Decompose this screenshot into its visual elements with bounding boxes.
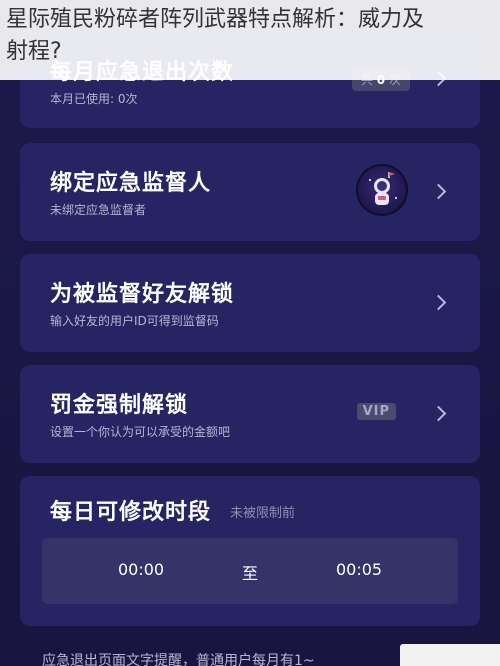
chevron-right-icon [430, 405, 447, 422]
monthly-exit-subtitle: 本月已使用: 0次 [50, 92, 138, 106]
daily-period-status: 未被限制前 [230, 506, 296, 521]
astronaut-avatar-icon [356, 164, 408, 216]
start-time[interactable]: 00:00 [118, 560, 164, 579]
overlay-title-line2: 射程? [6, 39, 62, 64]
overlay-title-line1: 星际殖民粉碎者阵列武器特点解析：威力及 [6, 7, 425, 32]
time-separator: 至 [242, 564, 259, 583]
fine-unlock-subtitle: 设置一个你认为可以承受的金额吧 [50, 425, 231, 439]
bottom-hint-text: 应急退出页面文字提醒，普通用户每月有1~ [42, 653, 315, 666]
chevron-right-icon [430, 294, 447, 311]
unlock-friend-title: 为被监督好友解锁 [50, 281, 235, 307]
daily-period-card: 每日可修改时段 未被限制前 00:00 至 00:05 [20, 476, 480, 626]
bind-supervisor-subtitle: 未绑定应急监督者 [50, 203, 147, 217]
bind-supervisor-title: 绑定应急监督人 [50, 170, 212, 196]
chevron-right-icon [430, 183, 447, 200]
overlay-title-banner: 星际殖民粉碎者阵列武器特点解析：威力及 射程? [0, 0, 500, 80]
time-range-box[interactable]: 00:00 至 00:05 [42, 538, 458, 604]
unlock-friend-card[interactable]: 为被监督好友解锁 输入好友的用户ID可得到监督码 [20, 254, 480, 352]
vip-badge: VIP [356, 403, 396, 420]
end-time[interactable]: 00:05 [336, 560, 382, 579]
watermark-logo [400, 644, 500, 666]
bind-supervisor-card[interactable]: 绑定应急监督人 未绑定应急监督者 [20, 143, 480, 241]
daily-period-title: 每日可修改时段 [50, 499, 212, 525]
fine-unlock-title: 罚金强制解锁 [50, 392, 189, 418]
unlock-friend-subtitle: 输入好友的用户ID可得到监督码 [50, 314, 219, 328]
app-screen: 星际殖民粉碎者阵列武器特点解析：威力及 射程? 每月应急退出次数 本月已使用: … [0, 0, 500, 666]
fine-unlock-card[interactable]: 罚金强制解锁 设置一个你认为可以承受的金额吧 VIP [20, 365, 480, 463]
